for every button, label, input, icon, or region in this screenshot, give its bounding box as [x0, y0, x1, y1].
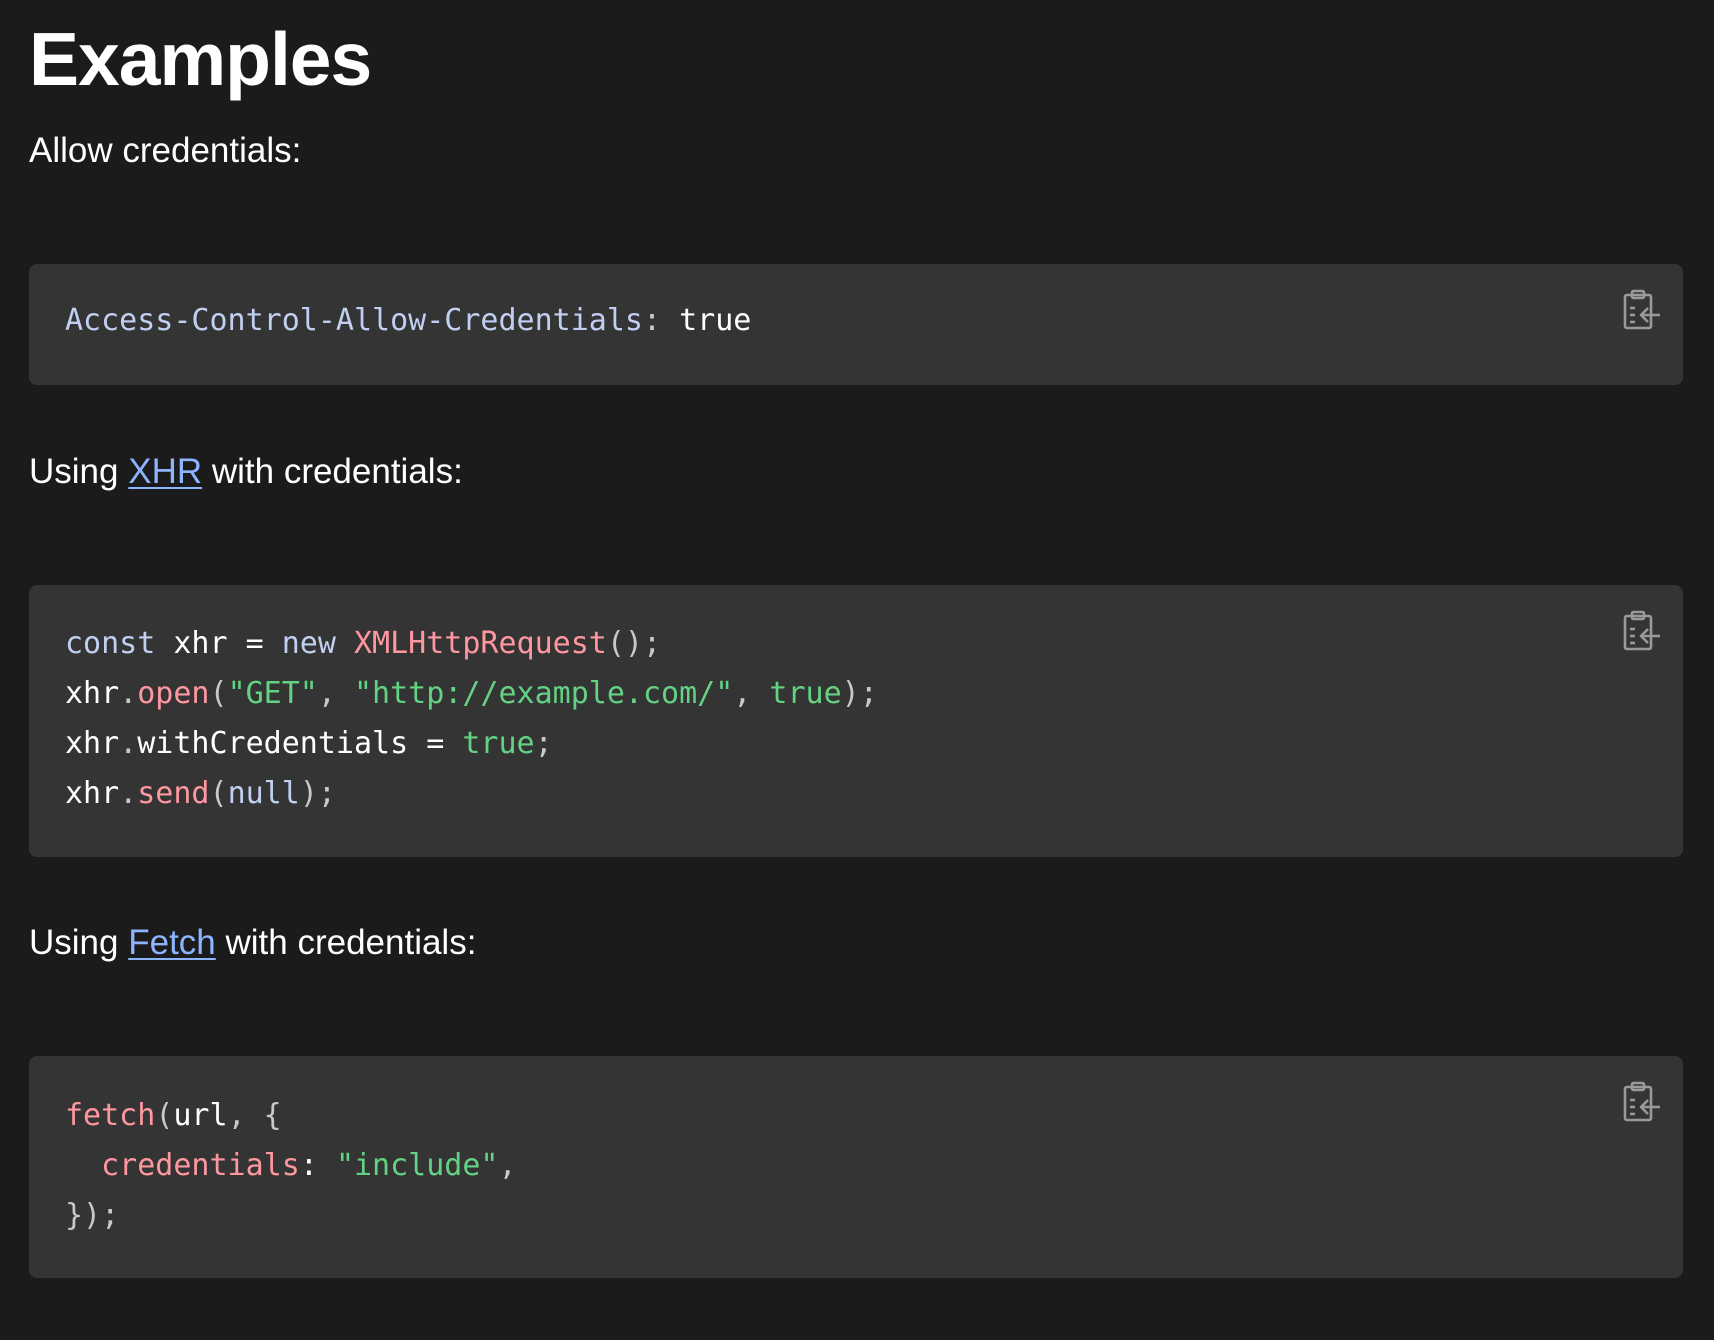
code-line: Access-Control-Allow-Credentials: true [65, 303, 751, 338]
code-line: xhr.withCredentials = true; [65, 726, 553, 761]
code-content: fetch(url, { credentials: "include", }); [65, 1091, 517, 1241]
code-line: fetch(url, { [65, 1098, 282, 1133]
clipboard-copy-icon [1623, 1081, 1660, 1122]
code-block-header: Access-Control-Allow-Credentials: true [29, 264, 1683, 385]
code-token: null [227, 776, 300, 811]
code-token: , [733, 676, 770, 711]
code-token: XMLHttpRequest [354, 626, 607, 661]
clipboard-copy-icon [1623, 610, 1660, 651]
code-token: . [119, 676, 138, 711]
code-token: xhr [65, 726, 120, 761]
code-token: : [642, 303, 662, 338]
code-token: xhr [65, 776, 120, 811]
code-line: credentials: "include", [65, 1148, 517, 1183]
code-token: }); [65, 1198, 120, 1233]
intro-allow-credentials: Allow credentials: [29, 131, 302, 170]
code-token: . [119, 776, 138, 811]
code-content: Access-Control-Allow-Credentials: true [65, 296, 751, 346]
code-token: ); [299, 776, 336, 811]
code-token: Access-Control-Allow-Credentials [65, 303, 643, 338]
copy-button[interactable] [1619, 609, 1663, 653]
intro-xhr: Using XHR with credentials: [29, 451, 463, 493]
code-token: url [173, 1098, 228, 1133]
code-line: const xhr = new XMLHttpRequest(); [65, 626, 661, 661]
code-token: send [137, 776, 210, 811]
code-token: : [299, 1148, 318, 1183]
copy-button[interactable] [1619, 288, 1663, 332]
code-token: ); [841, 676, 878, 711]
code-token: const [65, 626, 156, 661]
code-token: , [498, 1148, 517, 1183]
code-token: fetch [65, 1098, 156, 1133]
code-token: "GET" [227, 676, 318, 711]
code-token: true [462, 726, 535, 761]
code-token: withCredentials [137, 726, 427, 761]
intro-text: with credentials: [202, 452, 463, 491]
intro-text: Using [29, 923, 129, 962]
copy-button[interactable] [1619, 1080, 1663, 1124]
code-block-fetch: fetch(url, { credentials: "include", }); [29, 1056, 1683, 1278]
code-token: , { [227, 1098, 282, 1133]
code-token: ( [155, 1098, 174, 1133]
intro-fetch: Using Fetch with credentials: [29, 922, 476, 964]
code-token: open [137, 676, 210, 711]
code-token: xhr [155, 626, 246, 661]
clipboard-copy-icon [1623, 289, 1660, 330]
code-token: new [281, 626, 336, 661]
code-content: const xhr = new XMLHttpRequest(); xhr.op… [65, 619, 878, 819]
intro-text: Using [29, 452, 129, 491]
code-block-xhr: const xhr = new XMLHttpRequest(); xhr.op… [29, 585, 1683, 857]
code-token: ; [534, 726, 553, 761]
code-token: "include" [335, 1148, 499, 1183]
intro-text: with credentials: [215, 923, 477, 962]
code-token: , [317, 676, 354, 711]
code-token: = [426, 726, 445, 761]
code-token: = [245, 626, 264, 661]
fetch-link[interactable]: Fetch [128, 923, 216, 962]
xhr-link[interactable]: XHR [128, 452, 202, 491]
code-token: xhr [65, 676, 120, 711]
code-token: (); [606, 626, 662, 661]
code-token: "http://example.com/" [354, 676, 734, 711]
code-token: true [661, 303, 752, 338]
code-line: xhr.send(null); [65, 776, 336, 811]
code-token: ( [209, 676, 228, 711]
page-title: Examples [29, 17, 372, 101]
code-line: xhr.open("GET", "http://example.com/", t… [65, 676, 878, 711]
code-token: ( [209, 776, 228, 811]
code-token: credentials [101, 1148, 300, 1183]
code-token: true [769, 676, 842, 711]
code-line: }); [65, 1198, 119, 1233]
code-token: . [119, 726, 138, 761]
